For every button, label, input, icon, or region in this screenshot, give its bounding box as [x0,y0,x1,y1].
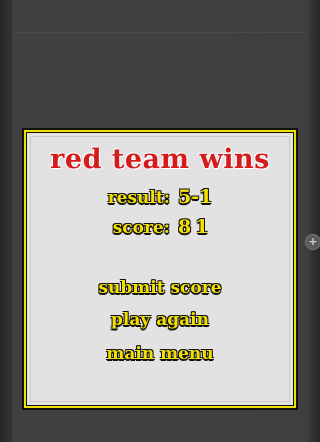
result-label: result: [107,188,170,208]
result-value: 5-1 [178,186,213,208]
right-edge-shade [310,0,320,442]
side-plus-icon[interactable]: + [305,234,320,250]
result-row: result: 5-1 [26,186,296,212]
score-label: score: [112,218,170,238]
main-menu-button[interactable]: main menu [26,344,294,364]
submit-score-button[interactable]: submit score [26,278,294,298]
left-edge-shade [0,0,12,442]
play-again-button[interactable]: play again [26,310,294,330]
playfield-divider [14,32,306,33]
game-result-dialog: red team wins result: 5-1 score: 81 subm… [24,130,296,408]
score-value: 81 [178,216,213,238]
score-row: score: 81 [26,216,296,242]
winner-title: red team wins [50,144,270,175]
